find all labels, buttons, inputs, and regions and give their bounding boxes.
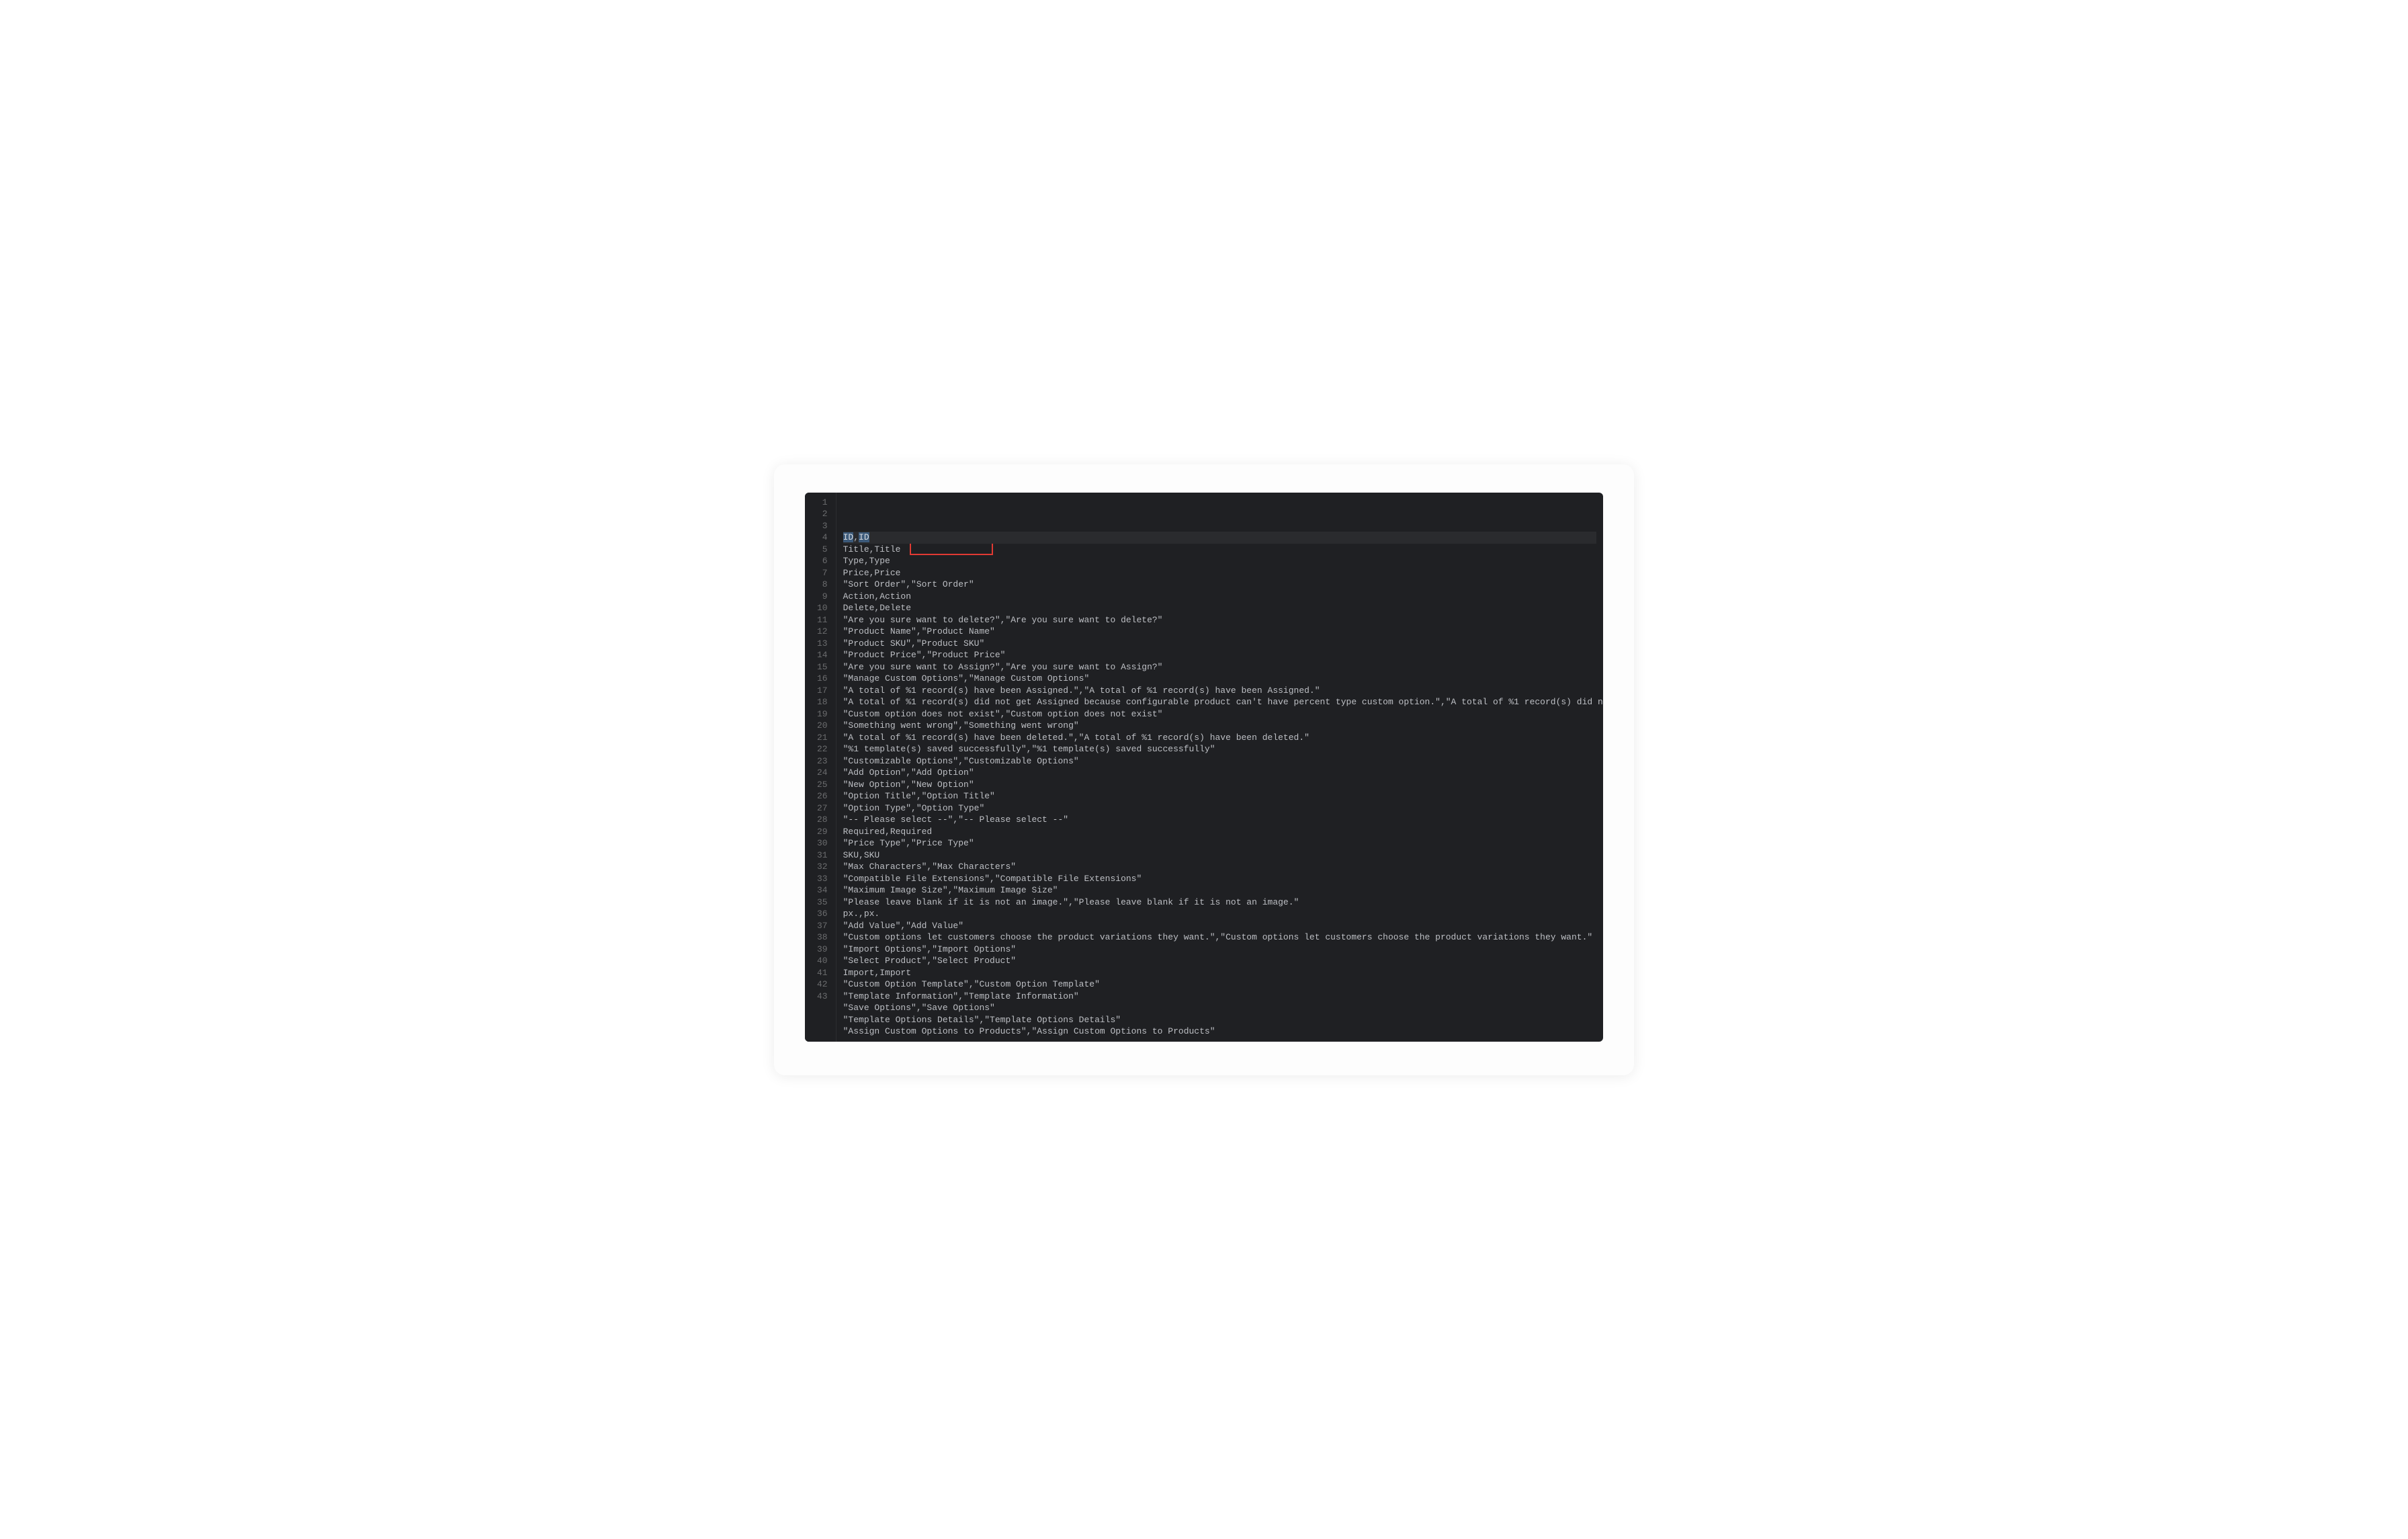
line-number: 16 — [817, 673, 828, 685]
line-number: 17 — [817, 685, 828, 697]
code-line[interactable]: "-- Please select --","-- Please select … — [843, 814, 1596, 826]
line-number: 5 — [817, 544, 828, 556]
line-number: 1 — [817, 497, 828, 509]
line-number: 15 — [817, 661, 828, 673]
code-line[interactable]: Required,Required — [843, 826, 1596, 838]
code-line[interactable]: "Add Value","Add Value" — [843, 920, 1596, 932]
code-area[interactable]: ID,IDTitle,TitleType,TypePrice,Price"Sor… — [836, 493, 1603, 1042]
code-line[interactable]: "Customizable Options","Customizable Opt… — [843, 755, 1596, 767]
line-number: 35 — [817, 897, 828, 909]
code-line[interactable]: "Something went wrong","Something went w… — [843, 720, 1596, 732]
code-line[interactable]: "Select Product","Select Product" — [843, 955, 1596, 967]
line-number: 20 — [817, 720, 828, 732]
code-line[interactable]: "Custom options let customers choose the… — [843, 931, 1596, 944]
line-number: 43 — [817, 991, 828, 1003]
code-line[interactable]: "Product Name","Product Name" — [843, 626, 1596, 638]
line-number: 39 — [817, 944, 828, 956]
code-line[interactable]: "A total of %1 record(s) have been delet… — [843, 732, 1596, 744]
code-line[interactable]: "New Option","New Option" — [843, 779, 1596, 791]
line-number: 28 — [817, 814, 828, 826]
code-line[interactable]: "Please leave blank if it is not an imag… — [843, 897, 1596, 909]
line-number: 14 — [817, 649, 828, 661]
code-line[interactable]: "Maximum Image Size","Maximum Image Size… — [843, 884, 1596, 897]
code-line[interactable]: "Save Options","Save Options" — [843, 1002, 1596, 1014]
line-number: 10 — [817, 602, 828, 614]
code-editor[interactable]: 1234567891011121314151617181920212223242… — [805, 493, 1603, 1042]
selected-text: ID — [843, 532, 854, 542]
line-number-gutter: 1234567891011121314151617181920212223242… — [805, 493, 836, 1042]
line-number: 33 — [817, 873, 828, 885]
line-number: 4 — [817, 532, 828, 544]
line-number: 8 — [817, 579, 828, 591]
line-number: 3 — [817, 520, 828, 532]
code-line[interactable]: "Add Option","Add Option" — [843, 767, 1596, 779]
code-line[interactable]: "Compatible File Extensions","Compatible… — [843, 873, 1596, 885]
code-line[interactable]: "Option Title","Option Title" — [843, 790, 1596, 802]
code-line[interactable]: Type,Type — [843, 555, 1596, 567]
code-line[interactable]: "Option Type","Option Type" — [843, 802, 1596, 815]
code-line[interactable]: "Import Options","Import Options" — [843, 944, 1596, 956]
line-number: 25 — [817, 779, 828, 791]
code-line[interactable]: "%1 template(s) saved successfully","%1 … — [843, 743, 1596, 755]
code-line[interactable]: "Product Price","Product Price" — [843, 649, 1596, 661]
line-number: 41 — [817, 967, 828, 979]
code-line[interactable]: "Manage Custom Options","Manage Custom O… — [843, 673, 1596, 685]
line-number: 42 — [817, 979, 828, 991]
line-number: 26 — [817, 790, 828, 802]
line-number: 34 — [817, 884, 828, 897]
outer-frame: 1234567891011121314151617181920212223242… — [774, 464, 1634, 1075]
line-number: 29 — [817, 826, 828, 838]
code-line[interactable]: "Are you sure want to delete?","Are you … — [843, 614, 1596, 626]
code-line[interactable]: Price,Price — [843, 567, 1596, 579]
code-line[interactable]: "A total of %1 record(s) have been Assig… — [843, 685, 1596, 697]
code-line[interactable]: "Product SKU","Product SKU" — [843, 638, 1596, 650]
code-line[interactable]: Import,Import — [843, 967, 1596, 979]
line-number: 13 — [817, 638, 828, 650]
code-line[interactable]: "Are you sure want to Assign?","Are you … — [843, 661, 1596, 673]
line-number: 27 — [817, 802, 828, 815]
line-number: 19 — [817, 708, 828, 720]
code-line[interactable]: "Custom Option Template","Custom Option … — [843, 979, 1596, 991]
code-line[interactable]: "Assign Custom Options to Products","Ass… — [843, 1026, 1596, 1038]
code-line[interactable]: Action,Action — [843, 591, 1596, 603]
line-number: 12 — [817, 626, 828, 638]
line-number: 9 — [817, 591, 828, 603]
line-number: 7 — [817, 567, 828, 579]
code-line[interactable]: SKU,SKU — [843, 849, 1596, 862]
line-number: 2 — [817, 508, 828, 520]
line-number: 22 — [817, 743, 828, 755]
line-number: 6 — [817, 555, 828, 567]
code-line[interactable]: "Sort Order","Sort Order" — [843, 579, 1596, 591]
code-line[interactable]: "Price Type","Price Type" — [843, 837, 1596, 849]
code-line[interactable]: "A total of %1 record(s) did not get Ass… — [843, 696, 1596, 708]
code-line[interactable]: "Template Options Details","Template Opt… — [843, 1014, 1596, 1026]
code-line[interactable]: ID,ID — [843, 532, 1596, 544]
line-number: 31 — [817, 849, 828, 862]
line-number: 21 — [817, 732, 828, 744]
code-line[interactable]: "Max Characters","Max Characters" — [843, 861, 1596, 873]
code-line[interactable]: px.,px. — [843, 908, 1596, 920]
code-line[interactable]: Title,Title — [843, 544, 1596, 556]
line-number: 32 — [817, 861, 828, 873]
code-line[interactable]: Delete,Delete — [843, 602, 1596, 614]
line-number: 18 — [817, 696, 828, 708]
line-number: 40 — [817, 955, 828, 967]
line-number: 23 — [817, 755, 828, 767]
code-line[interactable]: "Template Information","Template Informa… — [843, 991, 1596, 1003]
line-number: 24 — [817, 767, 828, 779]
line-number: 38 — [817, 931, 828, 944]
line-number: 30 — [817, 837, 828, 849]
line-number: 36 — [817, 908, 828, 920]
line-number: 11 — [817, 614, 828, 626]
line-number: 37 — [817, 920, 828, 932]
code-line[interactable]: "Custom option does not exist","Custom o… — [843, 708, 1596, 720]
